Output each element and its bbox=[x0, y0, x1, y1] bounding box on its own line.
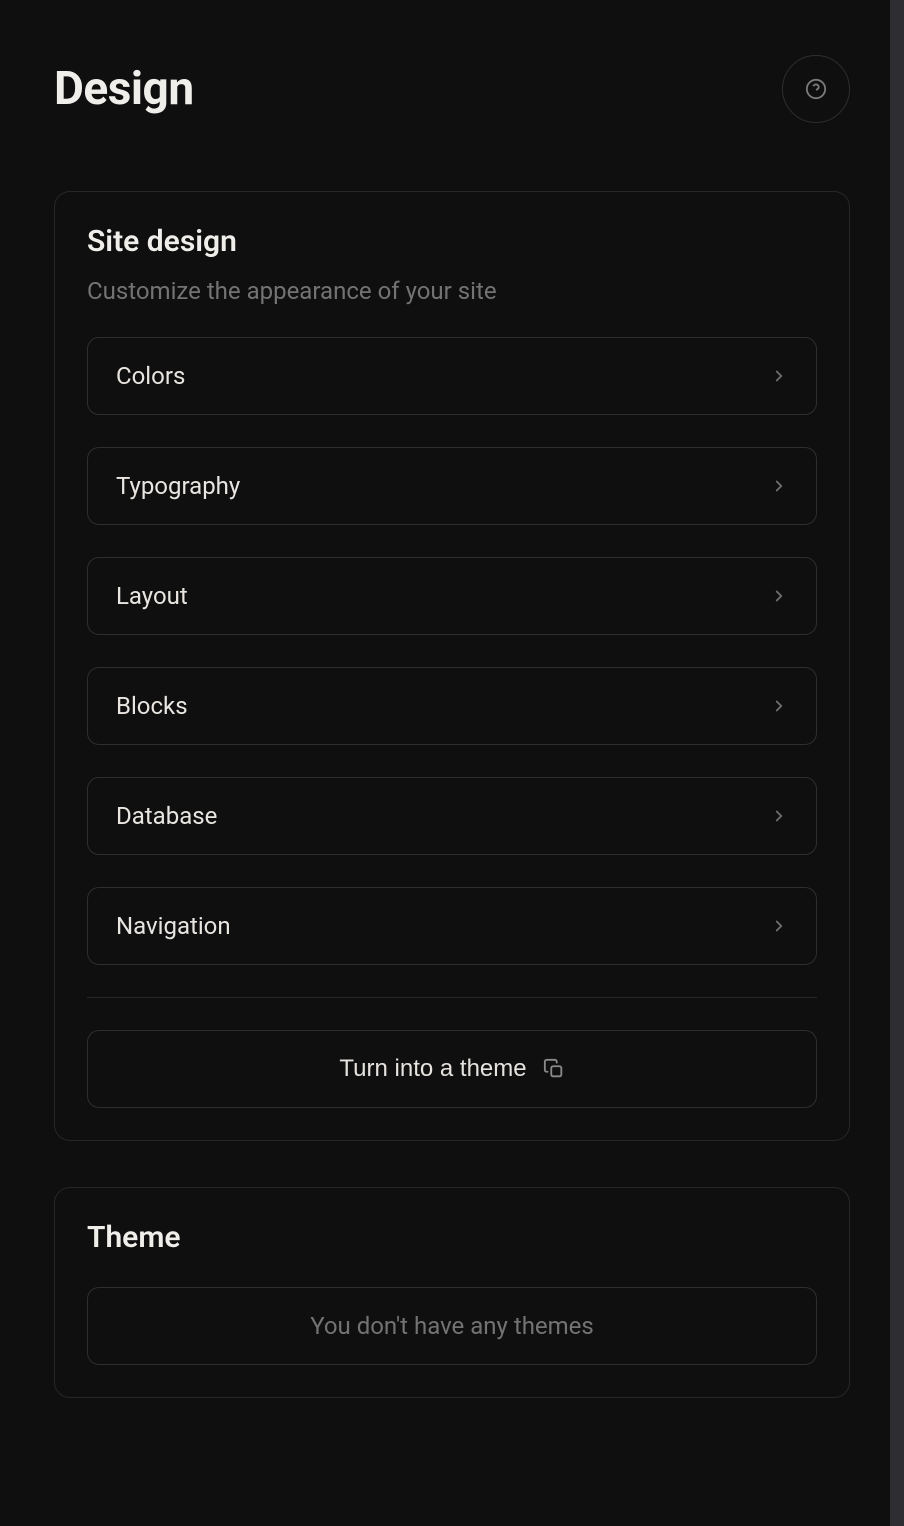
chevron-right-icon bbox=[770, 807, 788, 825]
nav-item-label: Navigation bbox=[116, 912, 231, 940]
theme-empty-state: You don't have any themes bbox=[87, 1287, 817, 1365]
theme-button-label: Turn into a theme bbox=[339, 1055, 526, 1083]
nav-item-database[interactable]: Database bbox=[87, 777, 817, 855]
site-design-title: Site design bbox=[87, 224, 817, 259]
theme-title: Theme bbox=[87, 1220, 817, 1255]
site-design-panel: Site design Customize the appearance of … bbox=[54, 191, 850, 1141]
nav-item-colors[interactable]: Colors bbox=[87, 337, 817, 415]
nav-item-label: Typography bbox=[116, 472, 240, 500]
nav-item-label: Layout bbox=[116, 582, 188, 610]
copy-icon bbox=[543, 1058, 565, 1080]
chevron-right-icon bbox=[770, 367, 788, 385]
nav-item-label: Blocks bbox=[116, 692, 188, 720]
turn-into-theme-button[interactable]: Turn into a theme bbox=[87, 1030, 817, 1108]
divider bbox=[87, 997, 817, 998]
scrollbar-track[interactable] bbox=[890, 0, 904, 1526]
nav-item-blocks[interactable]: Blocks bbox=[87, 667, 817, 745]
chevron-right-icon bbox=[770, 917, 788, 935]
help-icon bbox=[805, 78, 827, 100]
chevron-right-icon bbox=[770, 477, 788, 495]
chevron-right-icon bbox=[770, 587, 788, 605]
nav-item-typography[interactable]: Typography bbox=[87, 447, 817, 525]
page-header: Design bbox=[54, 55, 850, 123]
nav-item-layout[interactable]: Layout bbox=[87, 557, 817, 635]
nav-item-label: Colors bbox=[116, 362, 185, 390]
theme-panel: Theme You don't have any themes bbox=[54, 1187, 850, 1398]
page-title: Design bbox=[54, 62, 194, 116]
chevron-right-icon bbox=[770, 697, 788, 715]
nav-item-label: Database bbox=[116, 802, 217, 830]
site-design-subtitle: Customize the appearance of your site bbox=[87, 277, 817, 305]
empty-state-text: You don't have any themes bbox=[310, 1312, 594, 1340]
nav-item-navigation[interactable]: Navigation bbox=[87, 887, 817, 965]
help-button[interactable] bbox=[782, 55, 850, 123]
